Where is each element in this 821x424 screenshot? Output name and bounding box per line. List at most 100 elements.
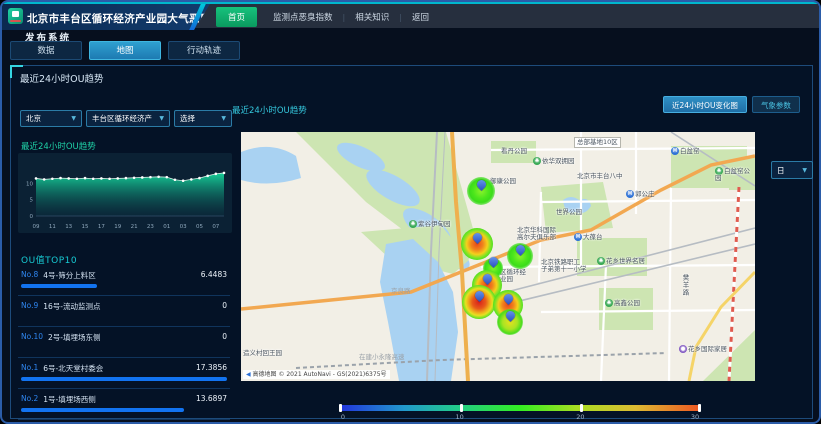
- ou-list-line: No.1 6号-北天堂村委会 17.3856: [21, 363, 227, 374]
- ou-rank: No.2: [21, 394, 38, 405]
- svg-text:17: 17: [98, 224, 105, 230]
- metro-icon: M: [626, 190, 634, 198]
- map-button-group: 近24小时OU变化图气象参数: [663, 96, 800, 113]
- map-label: ♣白盆窑公园: [715, 167, 755, 182]
- svg-text:23: 23: [147, 224, 154, 230]
- map-label: M郭公庄: [626, 190, 655, 198]
- chevron-down-icon: ▼: [802, 167, 807, 174]
- region-select[interactable]: 北京 ▼: [20, 110, 82, 127]
- map-section-title: 最近24小时OU趋势: [232, 104, 307, 116]
- region-select-value: 北京: [26, 113, 41, 124]
- ou-rank: No.1: [21, 363, 38, 374]
- map-label: ♣依华双拥园: [533, 157, 575, 165]
- chevron-down-icon: ▼: [159, 115, 164, 122]
- panel-title: 最近24小时OU趋势: [20, 71, 104, 85]
- ou-site-name: 16号-流动监测点: [43, 301, 217, 312]
- park-select-value: 丰台区循环经济产: [92, 113, 152, 124]
- map-label: 世界公园: [556, 209, 582, 216]
- map-label: 在建小永隆高速: [359, 354, 405, 361]
- nav-item-0[interactable]: 首页: [216, 7, 257, 27]
- scale-tick-label: 20: [576, 413, 584, 421]
- map-basemap: [241, 132, 755, 381]
- period-select-value: 日: [777, 165, 785, 176]
- scale-tick-label: 30: [691, 413, 699, 421]
- map-button-1[interactable]: 气象参数: [752, 96, 800, 113]
- nav-item-2[interactable]: 相关知识: [345, 8, 399, 26]
- map-label: 北京铁路职工 子弟第十一小学: [541, 259, 587, 273]
- svg-text:07: 07: [212, 224, 219, 230]
- period-select[interactable]: 日 ▼: [771, 161, 813, 179]
- ou-value: 0: [222, 332, 227, 343]
- svg-text:15: 15: [82, 224, 89, 230]
- park-icon: ♣: [715, 167, 723, 175]
- scale-tick-mark: [460, 404, 463, 412]
- scale-tick-label: 0: [341, 413, 345, 421]
- ou-bar: [21, 284, 97, 288]
- scale-tick-label: 10: [456, 413, 464, 421]
- svg-text:09: 09: [33, 224, 40, 230]
- ou-list-item[interactable]: No.8 4号-筛分上料区 6.4483: [18, 265, 230, 296]
- ou-list-item[interactable]: No.102号-填埋场东侧0: [18, 327, 230, 358]
- scale-tick-mark: [339, 404, 342, 412]
- svg-text:03: 03: [180, 224, 187, 230]
- svg-text:05: 05: [196, 224, 203, 230]
- tab-1[interactable]: 地图: [89, 41, 161, 60]
- site-select-value: 选择: [180, 113, 195, 124]
- map-label: 北京华科国际 高尔夫俱乐部: [517, 227, 556, 241]
- ou-bar: [21, 377, 227, 381]
- ou-site-name: 1号-填埋场西侧: [43, 394, 191, 405]
- scale-tick-mark: [580, 404, 583, 412]
- ou-list-line: No.102号-填埋场东侧0: [21, 332, 227, 343]
- tab-2[interactable]: 行动轨迹: [168, 41, 240, 60]
- main-panel: 最近24小时OU趋势 北京 ▼ 丰台区循环经济产 ▼ 选择 ▼ 最近24小时OU趋势 05…: [10, 65, 813, 419]
- metro-icon: M: [574, 233, 582, 241]
- heat-scale-gradient: [339, 405, 701, 411]
- map-label: ♣紫谷伊甸园: [409, 220, 451, 228]
- ou-site-name: 4号-筛分上料区: [43, 270, 196, 281]
- ou-list-item[interactable]: No.2 1号-填埋场西侧 13.6897: [18, 389, 230, 420]
- ou-rank: No.10: [21, 332, 43, 343]
- trend-chart-svg: 0510091113151719212301030507: [18, 153, 232, 233]
- map-label: 京良路: [391, 288, 411, 295]
- park-icon: ♣: [533, 157, 541, 165]
- nav-item-1[interactable]: 监测点恶臭指数: [263, 8, 343, 26]
- ou-list-line: No.2 1号-填埋场西侧 13.6897: [21, 394, 227, 405]
- amap-logo-icon: ◀: [246, 371, 251, 378]
- ou-value: 6.4483: [201, 270, 227, 281]
- map-label: 北京市丰台八中: [577, 173, 623, 180]
- scale-tick-mark: [698, 404, 701, 412]
- svg-text:13: 13: [65, 224, 72, 230]
- ou-list-line: No.916号-流动监测点0: [21, 301, 227, 312]
- ou-top-list: No.84号-筛分上料区6.4483No.916号-流动监测点0No.102号-…: [18, 265, 230, 420]
- map-canvas[interactable]: 总部基地10区看丹公园♣依华双拥园御康公园北京市丰台八中M郭公庄M白盆窑♣白盆窑…: [241, 132, 755, 381]
- ou-value: 0: [222, 301, 227, 312]
- map-button-0[interactable]: 近24小时OU变化图: [663, 96, 747, 113]
- park-select[interactable]: 丰台区循环经济产 ▼: [86, 110, 170, 127]
- tab-0[interactable]: 数据: [10, 41, 82, 60]
- trend-chart-title: 最近24小时OU趋势: [21, 140, 96, 152]
- shop-icon: ●: [679, 345, 687, 353]
- svg-text:10: 10: [26, 181, 33, 187]
- trend-chart: 0510091113151719212301030507: [18, 153, 232, 233]
- chevron-down-icon: ▼: [71, 115, 76, 122]
- brand: 北京市丰台区循环经济产业园大气恶臭状况实时: [2, 4, 210, 30]
- site-select[interactable]: 选择 ▼: [174, 110, 232, 127]
- map-attribution: ◀ 高德地图 © 2021 AutoNavi - GS(2021)6375号: [243, 370, 390, 379]
- ou-value: 17.3856: [196, 363, 227, 374]
- chevron-down-icon: ▼: [221, 115, 226, 122]
- svg-text:19: 19: [114, 224, 121, 230]
- svg-text:21: 21: [131, 224, 138, 230]
- park-icon: ♣: [409, 220, 417, 228]
- nav-item-3[interactable]: 返回: [402, 8, 439, 26]
- map-label: 总部基地10区: [574, 137, 621, 148]
- ou-list-item[interactable]: No.916号-流动监测点0: [18, 296, 230, 327]
- ou-value: 13.6897: [196, 394, 227, 405]
- ou-site-name: 6号-北天堂村委会: [43, 363, 191, 374]
- map-label: ♣花乡世界名居: [597, 257, 645, 265]
- ou-rank: No.8: [21, 270, 38, 281]
- map-label: M白盆窑: [671, 147, 700, 155]
- park-icon: ♣: [597, 257, 605, 265]
- ou-list-item[interactable]: No.1 6号-北天堂村委会 17.3856: [18, 358, 230, 389]
- app-logo-icon: [8, 8, 23, 24]
- map-label: 御康公园: [490, 178, 516, 185]
